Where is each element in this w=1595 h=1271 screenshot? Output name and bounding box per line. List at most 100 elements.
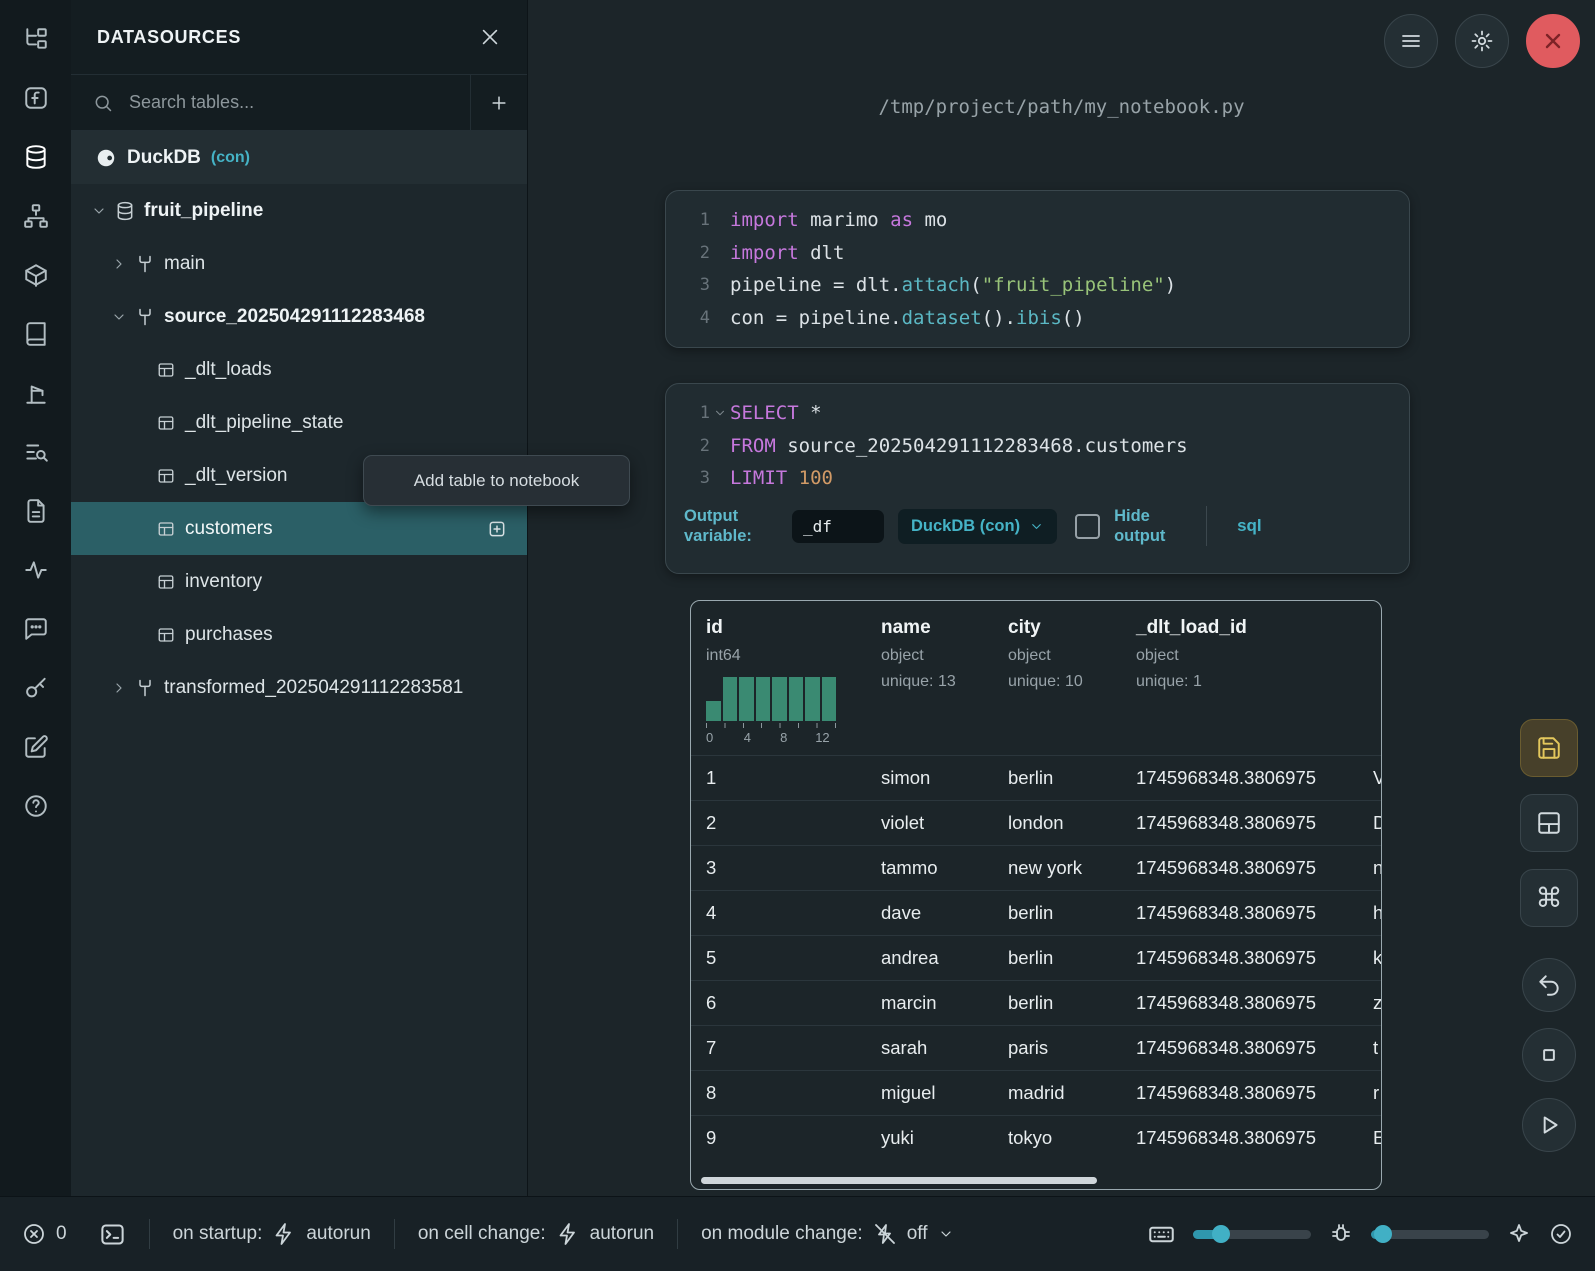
close-app-button[interactable] (1526, 14, 1580, 68)
column-header-name[interactable]: name object unique: 13 (881, 617, 1008, 745)
fold-icon[interactable] (713, 406, 727, 420)
tree-item-label: _dlt_pipeline_state (185, 412, 343, 434)
bug-icon[interactable] (1329, 1222, 1353, 1246)
add-datasource-button[interactable] (470, 75, 527, 130)
secrets-icon[interactable] (23, 675, 49, 701)
chevron-right-icon[interactable] (111, 680, 127, 696)
connection-duckdb[interactable]: DuckDB (con) (71, 131, 527, 184)
duckdb-logo-icon (95, 147, 117, 169)
panel-header: DATASOURCES (71, 0, 527, 74)
chevron-down-icon[interactable] (91, 203, 107, 219)
help-icon[interactable] (23, 793, 49, 819)
code-line: FROM source_202504291112283468.customers (730, 435, 1188, 457)
table-row: 1simonberlin1745968348.3806975V (691, 755, 1381, 800)
tracing-icon[interactable] (23, 557, 49, 583)
on-startup-setting[interactable]: on startup: autorun (173, 1222, 371, 1246)
horizontal-scrollbar[interactable] (701, 1177, 1097, 1184)
keyboard-icon[interactable] (1148, 1221, 1175, 1248)
terminal-icon[interactable] (99, 1221, 126, 1248)
datasource-tree: DuckDB (con) fruit_pipeline main source_… (71, 131, 527, 1196)
column-header-dlt-load-id[interactable]: _dlt_load_id object unique: 1 (1136, 617, 1373, 745)
close-icon[interactable] (479, 26, 501, 48)
table-icon (157, 361, 175, 379)
layout-button[interactable] (1520, 794, 1578, 852)
lightning-icon (272, 1222, 296, 1246)
outline-icon[interactable] (23, 439, 49, 465)
run-button[interactable] (1522, 1098, 1576, 1152)
snippets-icon[interactable] (23, 498, 49, 524)
menu-button[interactable] (1384, 14, 1438, 68)
command-palette-button[interactable]: ⌘ (1520, 869, 1578, 927)
python-cell[interactable]: 1import marimo as mo 2import dlt 3pipeli… (665, 190, 1410, 348)
tree-item-table-selected[interactable]: customers (71, 502, 527, 555)
result-table: id int64 0 4 8 12 name object unique: 13… (690, 600, 1382, 1190)
debug-slider[interactable] (1371, 1230, 1489, 1239)
save-button[interactable] (1520, 719, 1578, 777)
errors-indicator[interactable]: 0 (22, 1222, 67, 1246)
dependencies-icon[interactable] (23, 203, 49, 229)
lightning-icon (556, 1222, 580, 1246)
chevron-right-icon[interactable] (111, 256, 127, 272)
hide-output-checkbox[interactable] (1075, 514, 1100, 539)
divider (149, 1219, 150, 1249)
settings-button[interactable] (1455, 14, 1509, 68)
tree-item-label: inventory (185, 571, 262, 593)
functions-icon[interactable] (23, 85, 49, 111)
column-header-id[interactable]: id int64 0 4 8 12 (706, 617, 881, 745)
line-number: 3 (666, 468, 710, 488)
tree-item-schema-source[interactable]: source_202504291112283468 (71, 290, 527, 343)
activity-rail (0, 0, 71, 1196)
table-row: 8miguelmadrid1745968348.3806975r (691, 1070, 1381, 1115)
search-input[interactable] (127, 91, 470, 114)
scratchpad-icon[interactable] (23, 734, 49, 760)
status-bar: 0 on startup: autorun on cell change: au… (0, 1196, 1595, 1271)
schema-icon (135, 678, 155, 698)
on-module-change-setting[interactable]: on module change: off (701, 1222, 953, 1246)
column-header-city[interactable]: city object unique: 10 (1008, 617, 1136, 745)
tree-item-label: fruit_pipeline (144, 200, 263, 222)
sql-cell[interactable]: 1SELECT * 2FROM source_20250429111228346… (665, 383, 1410, 574)
tree-item-label: source_202504291112283468 (164, 306, 425, 328)
on-cell-change-setting[interactable]: on cell change: autorun (418, 1222, 654, 1246)
chevron-down-icon (938, 1226, 954, 1242)
add-table-to-notebook-icon[interactable] (487, 519, 507, 539)
file-tree-icon[interactable] (23, 26, 49, 52)
circle-x-icon (22, 1222, 46, 1246)
line-number: 2 (666, 436, 710, 456)
tree-item-label: _dlt_version (185, 465, 287, 487)
tree-item-label: _dlt_loads (185, 359, 272, 381)
table-row: 5andreaberlin1745968348.3806975k (691, 935, 1381, 980)
tree-item-schema-main[interactable]: main (71, 237, 527, 290)
undo-button[interactable] (1522, 958, 1576, 1012)
chevron-down-icon[interactable] (111, 309, 127, 325)
check-circle-icon[interactable] (1549, 1222, 1573, 1246)
line-number: 3 (666, 275, 710, 295)
line-number: 4 (666, 308, 710, 328)
construction-icon[interactable] (23, 380, 49, 406)
chat-icon[interactable] (23, 616, 49, 642)
engine-select[interactable]: DuckDB (con) (898, 509, 1057, 544)
keyboard-shortcut-slider[interactable] (1193, 1230, 1311, 1239)
tree-item-table[interactable]: purchases (71, 608, 527, 661)
datasources-panel: DATASOURCES DuckDB (con) fruit_pipeline … (71, 0, 528, 1196)
tree-item-database[interactable]: fruit_pipeline (71, 184, 527, 237)
sparkle-icon[interactable] (1507, 1222, 1531, 1246)
tree-item-table[interactable]: _dlt_loads (71, 343, 527, 396)
tree-item-label: purchases (185, 624, 273, 646)
tree-item-table[interactable]: _dlt_pipeline_state (71, 396, 527, 449)
tree-item-label: main (164, 253, 205, 275)
tree-item-schema-transformed[interactable]: transformed_202504291112283581 (71, 661, 527, 714)
table-icon (157, 414, 175, 432)
code-line: con = pipeline.dataset().ibis() (730, 307, 1085, 329)
table-icon (157, 573, 175, 591)
tree-item-table[interactable]: inventory (71, 555, 527, 608)
packages-icon[interactable] (23, 262, 49, 288)
output-variable-input[interactable] (792, 510, 884, 543)
chevron-down-icon (1029, 519, 1044, 534)
datasources-icon[interactable] (23, 144, 49, 170)
code-line: import marimo as mo (730, 209, 947, 231)
stop-button[interactable] (1522, 1028, 1576, 1082)
connection-name: DuckDB (127, 147, 201, 169)
connection-alias: (con) (211, 149, 250, 167)
documentation-icon[interactable] (23, 321, 49, 347)
